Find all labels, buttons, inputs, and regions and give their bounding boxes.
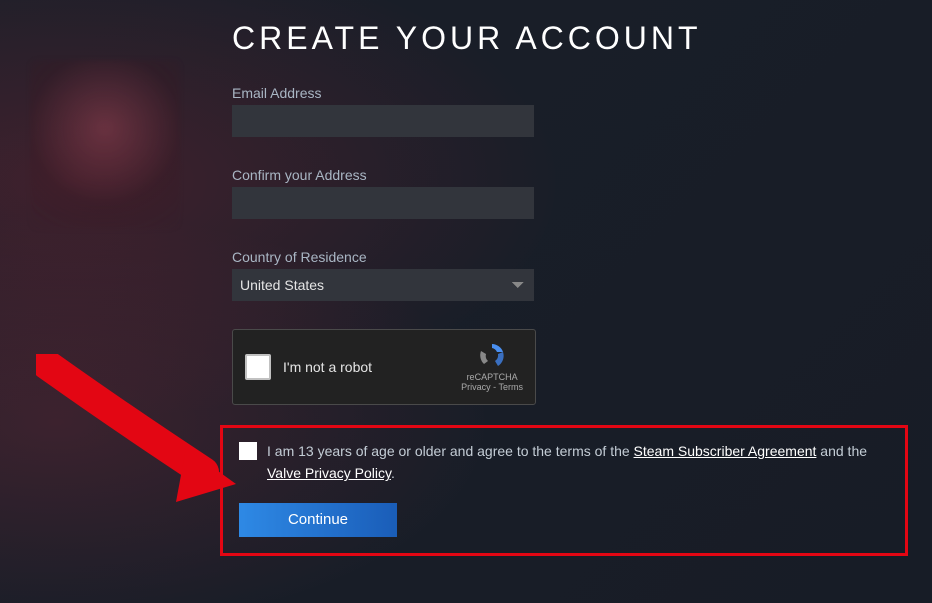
email-label: Email Address [232, 85, 932, 101]
agree-text: I am 13 years of age or older and agree … [267, 440, 889, 485]
country-label: Country of Residence [232, 249, 932, 265]
recaptcha-checkbox[interactable] [245, 354, 271, 380]
privacy-policy-link[interactable]: Valve Privacy Policy [267, 465, 391, 481]
country-select[interactable]: United States [232, 269, 534, 301]
recaptcha-links[interactable]: Privacy - Terms [461, 382, 523, 392]
recaptcha-label: I'm not a robot [283, 359, 461, 375]
agree-checkbox[interactable] [239, 442, 257, 460]
subscriber-agreement-link[interactable]: Steam Subscriber Agreement [634, 443, 817, 459]
page-title: CREATE YOUR ACCOUNT [232, 20, 932, 57]
continue-button[interactable]: Continue [239, 503, 397, 537]
confirm-email-field[interactable] [232, 187, 534, 219]
recaptcha-widget[interactable]: I'm not a robot reCAPTCHA Privacy - Term… [232, 329, 536, 405]
email-field[interactable] [232, 105, 534, 137]
recaptcha-icon [476, 342, 508, 370]
agreement-section: I am 13 years of age or older and agree … [220, 425, 908, 556]
recaptcha-brand: reCAPTCHA [467, 372, 518, 382]
confirm-email-label: Confirm your Address [232, 167, 932, 183]
